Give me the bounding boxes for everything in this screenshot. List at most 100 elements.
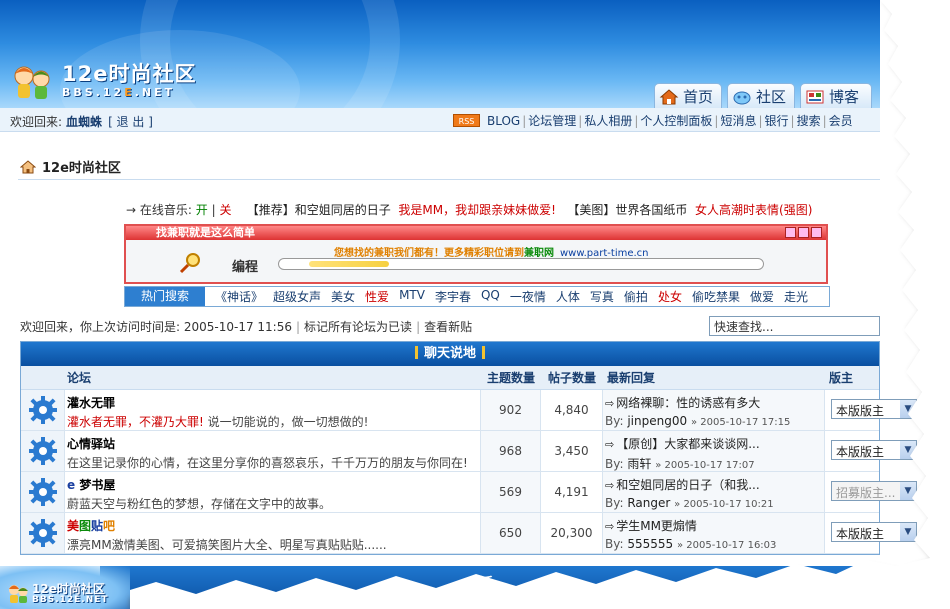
- hot-search-keyword[interactable]: 超级女声: [273, 288, 321, 305]
- site-domain-accent: E: [124, 86, 135, 99]
- site-domain-post: .NET: [134, 86, 176, 99]
- music-on-link[interactable]: 开: [196, 203, 208, 217]
- announcement-link[interactable]: 我是MM，我却跟亲妹妹做爱!: [398, 203, 556, 217]
- hot-search-keyword[interactable]: 李宇春: [435, 288, 471, 305]
- last-reply-link[interactable]: 【原创】大家都来谈谈网...: [616, 437, 759, 451]
- hot-search-keyword[interactable]: QQ: [481, 288, 500, 305]
- last-reply-user-link[interactable]: jinpeng00: [627, 414, 687, 428]
- link-bank[interactable]: 银行: [765, 112, 789, 129]
- last-reply-user-link[interactable]: 雨轩: [627, 457, 651, 471]
- quick-search-input[interactable]: [709, 316, 880, 336]
- close-icon[interactable]: [811, 227, 822, 238]
- arrow-right-icon: ⇨: [605, 479, 615, 492]
- topic-count: 968: [481, 431, 541, 471]
- forum-name-char: 贴: [91, 519, 104, 533]
- maximize-icon[interactable]: [798, 227, 809, 238]
- post-count: 20,300: [541, 513, 603, 553]
- new-posts-link[interactable]: 查看新贴: [424, 320, 472, 334]
- link-messages[interactable]: 短消息: [720, 112, 756, 129]
- forum-name-link[interactable]: 灌水无罪: [67, 394, 480, 411]
- link-blog[interactable]: BLOG: [487, 114, 520, 128]
- link-forum-admin[interactable]: 论坛管理: [528, 112, 576, 129]
- username-link[interactable]: 血蜘蛛: [66, 115, 102, 129]
- nav-tab-community[interactable]: 社区: [727, 83, 795, 108]
- last-reply-cell: ⇨ 【原创】大家都来谈谈网... By: 雨轩 » 2005-10-17 17:0…: [603, 431, 825, 471]
- hot-search-keyword[interactable]: 人体: [556, 288, 580, 305]
- announcement-link[interactable]: 【推荐】和空姐同居的日子: [247, 203, 391, 217]
- last-reply-link[interactable]: 网络裸聊：性的诱惑有多大: [616, 396, 760, 410]
- header-posts: 帖子数量: [547, 371, 596, 385]
- announcement-marquee: → 在线音乐: 开 | 关 【推荐】和空姐同居的日子 我是MM，我却跟亲妹妹做爱…: [126, 201, 812, 218]
- announcement-link[interactable]: 【美图】世界各国纸币: [567, 203, 687, 217]
- forum-status-icon: [21, 513, 65, 553]
- table-row: e 梦书屋 蔚蓝天空与粉红色的梦想，存储在文字中的故事。 569 4,191 ⇨…: [21, 472, 917, 513]
- site-title[interactable]: 12e时尚社区: [62, 58, 196, 88]
- ad-slogan: 您想找的兼职我们都有！更多精彩职位请到兼职网 www.part-time.cn: [334, 244, 649, 259]
- chevron-down-icon: ▼: [900, 400, 916, 418]
- moderator-select-value: 本版版主: [836, 445, 885, 459]
- hot-search-keyword[interactable]: 《神话》: [215, 288, 263, 305]
- minimize-icon[interactable]: [785, 227, 796, 238]
- user-bar: 欢迎回来: 血蜘蛛[ 退 出 ] RSS BLOG | 论坛管理 | 私人相册 | 个人…: [0, 108, 880, 132]
- forum-name-link[interactable]: e 梦书屋: [67, 476, 480, 493]
- music-label: → 在线音乐:: [126, 203, 192, 217]
- topic-count: 902: [481, 390, 541, 430]
- hot-search-keyword[interactable]: 偷拍: [624, 288, 648, 305]
- rss-icon[interactable]: RSS: [453, 114, 480, 127]
- last-reply-title: ⇨ 和空姐同居的日子（和我...: [605, 476, 824, 493]
- gear-icon: [28, 437, 57, 465]
- music-off-link[interactable]: 关: [219, 203, 231, 217]
- last-reply-title: ⇨ 【原创】大家都来谈谈网...: [605, 435, 824, 452]
- moderator-select[interactable]: 本版版主 ▼: [831, 522, 917, 542]
- last-reply-cell: ⇨ 网络裸聊：性的诱惑有多大 By: jinpeng00 » 2005-10-17…: [603, 390, 825, 430]
- nav-tab-blog[interactable]: 博客: [800, 83, 872, 108]
- hot-search-keyword[interactable]: 性爱: [365, 288, 389, 305]
- forum-name-link[interactable]: 美图贴吧: [67, 517, 480, 534]
- last-reply-link[interactable]: 学生MM更煽情: [616, 519, 697, 533]
- last-reply-user-link[interactable]: 555555: [627, 537, 673, 551]
- mark-all-read-link[interactable]: 标记所有论坛为已读: [304, 320, 412, 334]
- nav-tab-home[interactable]: 首页: [654, 83, 722, 108]
- hot-search-keyword[interactable]: MTV: [399, 288, 425, 305]
- last-reply-user-link[interactable]: Ranger: [627, 496, 670, 510]
- arrow-right-icon: ⇨: [605, 438, 615, 451]
- hot-search-keyword[interactable]: 美女: [331, 288, 355, 305]
- hot-search-keyword[interactable]: 一夜情: [510, 288, 546, 305]
- forum-name-link[interactable]: 心情驿站: [67, 435, 480, 452]
- moderator-select[interactable]: 本版版主 ▼: [831, 440, 917, 460]
- moderator-cell: 本版版主 ▼: [825, 431, 917, 471]
- forum-table: 聊天说地 论坛 主题数量 帖子数量 最新回复 版主 灌水无罪 灌水者无罪，不灌乃…: [20, 341, 917, 555]
- forum-status-icon: [21, 431, 65, 471]
- link-private-album[interactable]: 私人相册: [584, 112, 632, 129]
- last-reply-time: » 2005-10-17 17:07: [655, 460, 755, 471]
- site-header: 12e时尚社区 BBS.12E.NET 首页 社区 博客: [0, 0, 880, 108]
- decoration-bar: [482, 346, 485, 359]
- link-members[interactable]: 会员: [829, 112, 853, 129]
- link-search[interactable]: 搜索: [797, 112, 821, 129]
- post-count: 3,450: [541, 431, 603, 471]
- moderator-select[interactable]: 招募版主... ▼: [831, 481, 917, 501]
- link-control-panel[interactable]: 个人控制面板: [640, 112, 712, 129]
- last-reply-cell: ⇨ 学生MM更煽情 By: 555555 » 2005-10-17 16:03: [603, 513, 825, 553]
- hot-search-label: 热门搜索: [125, 287, 205, 306]
- ad-title: 找兼职就是这么简单: [156, 226, 255, 239]
- divider: |: [211, 203, 216, 217]
- hot-search-keyword[interactable]: 写真: [590, 288, 614, 305]
- moderator-select[interactable]: 本版版主 ▼: [831, 399, 917, 419]
- divider: |: [296, 320, 301, 334]
- ad-banner[interactable]: 找兼职就是这么简单 您想找的兼职我们都有！更多精彩职位请到兼职网 www.part…: [124, 224, 828, 284]
- hot-search-keyword[interactable]: 处女: [658, 288, 682, 305]
- breadcrumb-home-link[interactable]: 12e时尚社区: [42, 157, 121, 176]
- announcement-link[interactable]: 女人高潮时表情(强图): [695, 203, 812, 217]
- category-header[interactable]: 聊天说地: [21, 342, 879, 366]
- ad-window-buttons: [785, 227, 822, 238]
- hot-search-keyword[interactable]: 走光: [784, 288, 808, 305]
- last-reply-link[interactable]: 和空姐同居的日子（和我...: [616, 478, 759, 492]
- hot-search-keyword[interactable]: 偷吃禁果: [692, 288, 740, 305]
- divider: |: [634, 113, 639, 128]
- logout-link[interactable]: [ 退 出 ]: [108, 115, 153, 129]
- header-moderator: 版主: [829, 371, 854, 385]
- next-category-header: 话: [100, 566, 880, 609]
- hot-search-keyword[interactable]: 做爱: [750, 288, 774, 305]
- arrow-right-icon: ⇨: [605, 520, 615, 533]
